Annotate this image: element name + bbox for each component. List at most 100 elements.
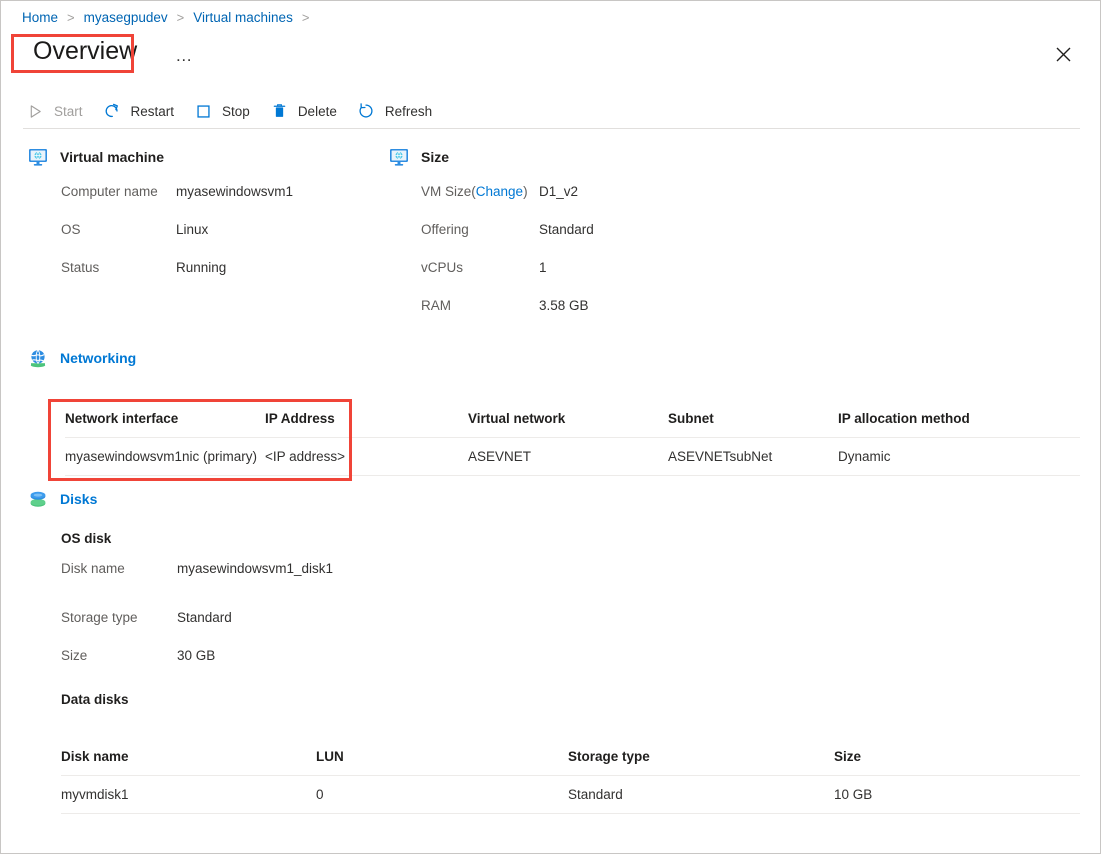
offering-value: Standard	[539, 222, 594, 237]
os-disk-size-value: 30 GB	[177, 648, 215, 663]
breadcrumb-item-virtual-machines[interactable]: Virtual machines	[193, 10, 293, 25]
restart-button-label: Restart	[131, 104, 175, 119]
delete-button[interactable]: Delete	[266, 97, 347, 125]
cell-disk-name: myvmdisk1	[61, 776, 316, 814]
property-row: Size 30 GB	[61, 648, 333, 686]
cell-size: 10 GB	[834, 776, 1080, 814]
os-disk-size-label: Size	[61, 648, 177, 663]
refresh-button-label: Refresh	[385, 104, 432, 119]
section-title-virtual-machine: Virtual machine	[60, 149, 164, 165]
vcpus-label: vCPUs	[421, 260, 539, 275]
play-icon	[26, 102, 45, 121]
table-header-row: Disk name LUN Storage type Size	[61, 749, 1080, 776]
cell-network-interface: myasewindowsvm1nic (primary)	[65, 438, 265, 476]
os-disk-heading: OS disk	[61, 531, 111, 546]
vm-size-value: D1_v2	[539, 184, 578, 199]
os-label: OS	[61, 222, 176, 237]
section-title-disks[interactable]: Disks	[60, 491, 97, 507]
paren-close: )	[523, 184, 528, 199]
cell-ip-allocation-method: Dynamic	[838, 438, 1080, 476]
stop-icon	[194, 102, 213, 121]
breadcrumb-item-subscription[interactable]: myasegpudev	[84, 10, 168, 25]
stop-button[interactable]: Stop	[190, 97, 260, 125]
refresh-button[interactable]: Refresh	[353, 97, 442, 125]
more-options-button[interactable]: …	[175, 47, 193, 64]
col-lun: LUN	[316, 749, 568, 776]
property-row: RAM 3.58 GB	[421, 298, 594, 336]
networking-table: Network interface IP Address Virtual net…	[65, 411, 1080, 476]
col-subnet: Subnet	[668, 411, 838, 438]
cell-ip-address: <IP address>	[265, 438, 468, 476]
vm-size-label-text: VM Size	[421, 184, 471, 199]
breadcrumb-separator-icon: >	[302, 10, 310, 25]
os-disk-name-value: myasewindowsvm1_disk1	[177, 561, 333, 576]
start-button-label: Start	[54, 104, 83, 119]
status-value: Running	[176, 260, 226, 275]
breadcrumb-item-home[interactable]: Home	[22, 10, 58, 25]
col-disk-name: Disk name	[61, 749, 316, 776]
col-ip-address: IP Address	[265, 411, 468, 438]
table-header-row: Network interface IP Address Virtual net…	[65, 411, 1080, 438]
property-row: Computer name myasewindowsvm1	[61, 184, 293, 222]
trash-icon	[270, 102, 289, 121]
start-button[interactable]: Start	[22, 97, 93, 125]
change-vm-size-link[interactable]: Change	[476, 184, 523, 199]
section-header-size: Size	[389, 147, 449, 167]
breadcrumb: Home > myasegpudev > Virtual machines >	[22, 10, 318, 25]
restart-button[interactable]: Restart	[99, 97, 185, 125]
network-globe-icon	[28, 348, 48, 368]
size-properties: VM Size(Change) D1_v2 Offering Standard …	[421, 184, 594, 336]
os-value: Linux	[176, 222, 208, 237]
vm-monitor-icon	[389, 147, 409, 167]
os-disk-storage-type-value: Standard	[177, 610, 232, 625]
restart-icon	[103, 102, 122, 121]
cell-virtual-network: ASEVNET	[468, 438, 668, 476]
property-row: OS Linux	[61, 222, 293, 260]
ram-label: RAM	[421, 298, 539, 313]
property-row: Offering Standard	[421, 222, 594, 260]
computer-name-value: myasewindowsvm1	[176, 184, 293, 199]
col-virtual-network: Virtual network	[468, 411, 668, 438]
cell-subnet: ASEVNETsubNet	[668, 438, 838, 476]
computer-name-label: Computer name	[61, 184, 176, 199]
vm-size-label: VM Size(Change)	[421, 184, 539, 199]
section-title-size: Size	[421, 149, 449, 165]
os-disk-storage-type-label: Storage type	[61, 610, 177, 625]
col-size: Size	[834, 749, 1080, 776]
section-header-disks[interactable]: Disks	[28, 489, 97, 509]
breadcrumb-separator-icon: >	[67, 10, 75, 25]
status-label: Status	[61, 260, 176, 275]
ram-value: 3.58 GB	[539, 298, 589, 313]
portal-blade: Home > myasegpudev > Virtual machines > …	[0, 0, 1101, 854]
section-title-networking[interactable]: Networking	[60, 350, 136, 366]
offering-label: Offering	[421, 222, 539, 237]
command-toolbar: Start Restart Stop	[22, 97, 448, 125]
vcpus-value: 1	[539, 260, 547, 275]
refresh-icon	[357, 102, 376, 121]
table-row[interactable]: myvmdisk1 0 Standard 10 GB	[61, 776, 1080, 814]
section-header-networking[interactable]: Networking	[28, 348, 136, 368]
os-disk-properties: Disk name myasewindowsvm1_disk1 Storage …	[61, 561, 333, 686]
vm-monitor-icon	[28, 147, 48, 167]
cell-storage-type: Standard	[568, 776, 834, 814]
data-disks-table: Disk name LUN Storage type Size myvmdisk…	[61, 749, 1080, 814]
page-title: Overview	[22, 34, 148, 72]
col-network-interface: Network interface	[65, 411, 265, 438]
property-row: vCPUs 1	[421, 260, 594, 298]
toolbar-divider	[23, 128, 1080, 129]
cell-lun: 0	[316, 776, 568, 814]
breadcrumb-separator-icon: >	[177, 10, 185, 25]
property-row: Status Running	[61, 260, 293, 298]
property-row: VM Size(Change) D1_v2	[421, 184, 594, 222]
stop-button-label: Stop	[222, 104, 250, 119]
table-row[interactable]: myasewindowsvm1nic (primary) <IP address…	[65, 438, 1080, 476]
close-icon	[1056, 47, 1071, 62]
section-header-virtual-machine: Virtual machine	[28, 147, 164, 167]
close-button[interactable]	[1050, 41, 1076, 67]
title-row: Overview …	[22, 34, 193, 72]
property-row: Storage type Standard	[61, 610, 333, 648]
col-storage-type: Storage type	[568, 749, 834, 776]
os-disk-name-label: Disk name	[61, 561, 177, 576]
delete-button-label: Delete	[298, 104, 337, 119]
col-ip-allocation-method: IP allocation method	[838, 411, 1080, 438]
